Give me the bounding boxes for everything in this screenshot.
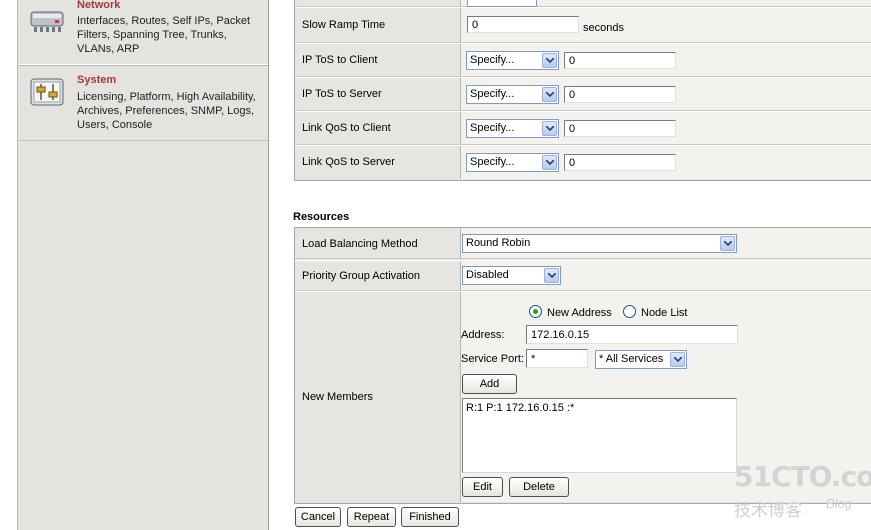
link-qos-client-label: Link QoS to Client	[302, 122, 391, 134]
chevron-down-icon[interactable]	[720, 236, 735, 251]
service-port-input[interactable]: *	[526, 349, 588, 368]
ip-tos-server-label: IP ToS to Server	[302, 88, 382, 100]
new-address-radio-label[interactable]: New Address	[547, 307, 612, 319]
priority-group-label: Priority Group Activation	[302, 270, 420, 282]
slow-ramp-time-input[interactable]: 0	[467, 16, 579, 33]
link-qos-client-select[interactable]: Specify...	[466, 119, 559, 138]
services-select[interactable]: * All Services	[595, 350, 687, 369]
ip-tos-client-select[interactable]: Specify...	[466, 51, 559, 70]
address-label: Address:	[461, 329, 505, 341]
chevron-down-icon[interactable]	[542, 121, 557, 136]
partial-select[interactable]	[467, 0, 537, 7]
lb-method-label: Load Balancing Method	[302, 238, 418, 250]
chevron-down-icon[interactable]	[542, 87, 557, 102]
ip-tos-server-select[interactable]: Specify...	[466, 85, 559, 104]
delete-member-button[interactable]: Delete	[509, 477, 569, 497]
edit-member-button[interactable]: Edit	[462, 477, 503, 497]
link-qos-server-label: Link QoS to Server	[302, 156, 395, 168]
node-list-radio-label[interactable]: Node List	[641, 307, 687, 319]
nav-item-network[interactable]: Network Interfaces, Routes, Self IPs, Pa…	[18, 0, 268, 65]
config-row-partial	[295, 0, 871, 7]
slow-ramp-time-label: Slow Ramp Time	[302, 19, 386, 31]
member-item[interactable]: R:1 P:1 172.16.0.15 :*	[466, 402, 574, 414]
link-qos-server-select[interactable]: Specify...	[466, 153, 559, 172]
ip-tos-server-input[interactable]: 0	[564, 86, 676, 103]
chevron-down-icon[interactable]	[542, 53, 557, 68]
link-qos-client-input[interactable]: 0	[564, 120, 676, 137]
lb-method-row: Load Balancing Method Round Robin	[295, 228, 871, 259]
nav-network-title[interactable]: Network	[77, 0, 120, 11]
node-list-radio[interactable]	[623, 305, 636, 318]
nav-network-desc: Interfaces, Routes, Self IPs, Packet Fil…	[77, 15, 251, 55]
slow-ramp-time-row: Slow Ramp Time 0 seconds	[295, 7, 871, 43]
chevron-down-icon[interactable]	[670, 352, 685, 367]
chevron-down-icon[interactable]	[542, 155, 557, 170]
priority-group-select[interactable]: Disabled	[462, 266, 561, 285]
priority-group-row: Priority Group Activation Disabled	[295, 260, 871, 291]
watermark-site: 51CTO.com	[734, 460, 871, 493]
nav-system-title[interactable]: System	[77, 74, 116, 86]
configuration-table: Slow Ramp Time 0 seconds IP ToS to Clien…	[294, 0, 871, 181]
watermark-text: 技术博客	[734, 501, 802, 521]
members-listbox[interactable]: R:1 P:1 172.16.0.15 :*	[462, 398, 737, 473]
network-device-icon	[30, 8, 64, 37]
ip-tos-client-input[interactable]: 0	[564, 52, 676, 69]
watermark-blog: Blog	[826, 496, 853, 511]
nav-item-system[interactable]: System Licensing, Platform, High Availab…	[18, 66, 268, 141]
finished-button[interactable]: Finished	[401, 507, 459, 527]
ip-tos-client-row: IP ToS to Client Specify... 0	[295, 43, 871, 77]
resources-heading: Resources	[293, 211, 350, 223]
ip-tos-server-row: IP ToS to Server Specify... 0	[295, 77, 871, 111]
new-address-radio[interactable]	[529, 305, 542, 318]
link-qos-server-input[interactable]: 0	[564, 154, 676, 171]
seconds-unit: seconds	[583, 22, 624, 34]
nav-edge	[0, 0, 17, 530]
nav-system-desc: Licensing, Platform, High Availability, …	[77, 91, 256, 131]
lb-method-select[interactable]: Round Robin	[462, 234, 737, 253]
ip-tos-client-label: IP ToS to Client	[302, 54, 378, 66]
new-members-label: New Members	[302, 391, 373, 403]
chevron-down-icon[interactable]	[544, 268, 559, 283]
add-member-button[interactable]: Add	[462, 374, 517, 394]
address-input[interactable]: 172.16.0.15	[526, 325, 738, 344]
system-sliders-icon	[30, 78, 64, 111]
repeat-button[interactable]: Repeat	[347, 507, 396, 527]
cancel-button[interactable]: Cancel	[295, 507, 341, 527]
watermark: 51CTO.com 技术博客 Blog	[734, 460, 871, 521]
link-qos-client-row: Link QoS to Client Specify... 0	[295, 111, 871, 145]
link-qos-server-row: Link QoS to Server Specify... 0	[295, 145, 871, 179]
service-port-label: Service Port:	[461, 353, 524, 365]
